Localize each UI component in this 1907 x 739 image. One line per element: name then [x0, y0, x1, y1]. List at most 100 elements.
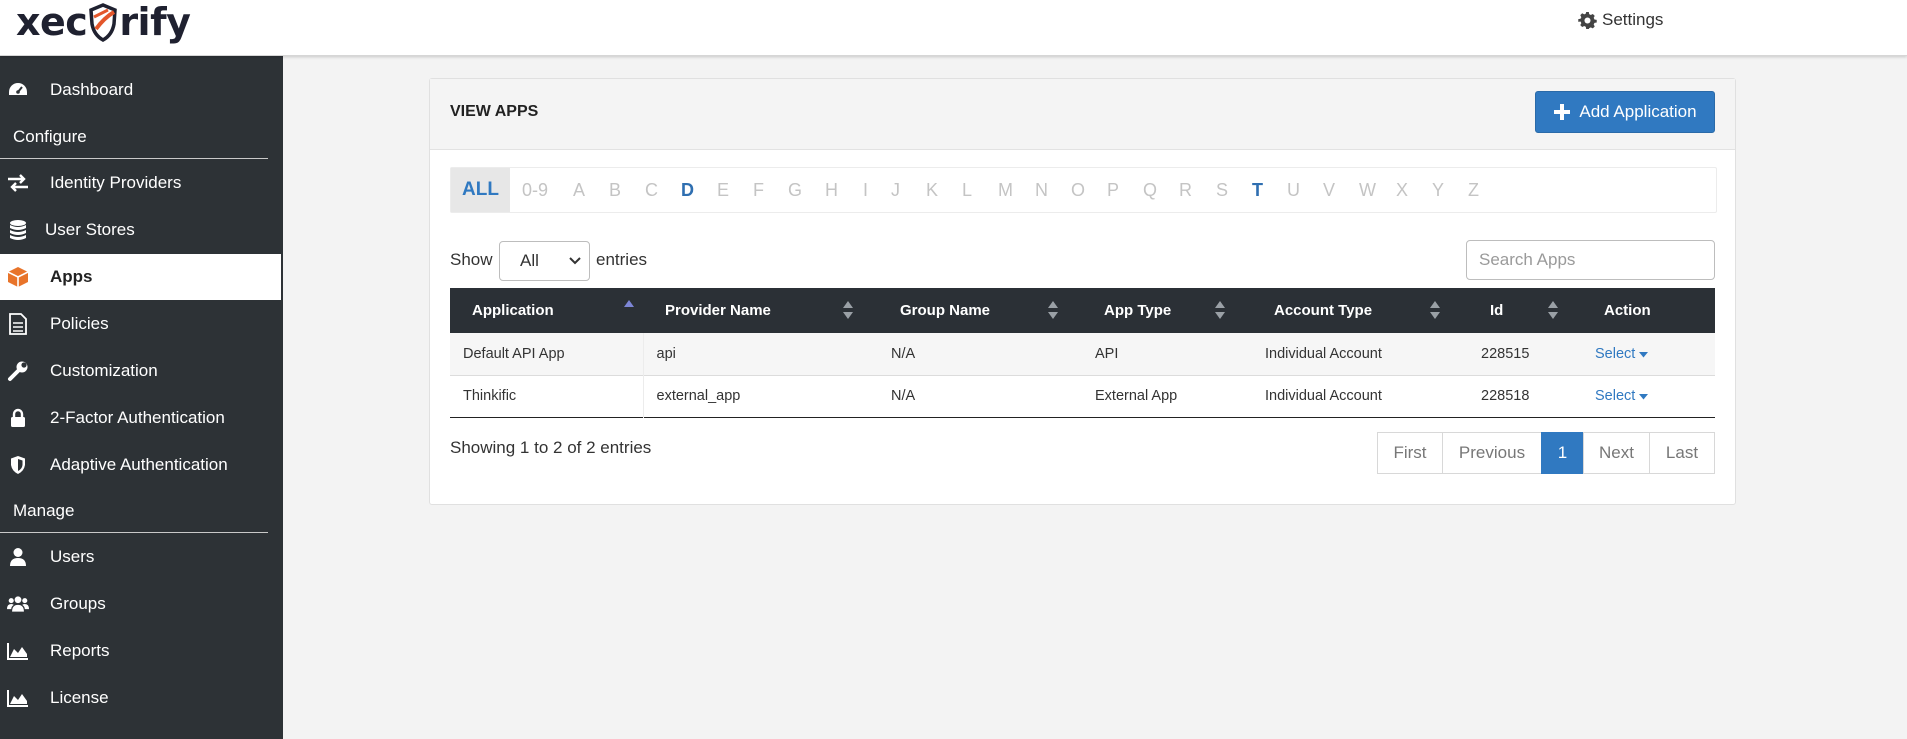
alpha-filter-letter[interactable]: D: [681, 180, 694, 201]
xecurify-logo[interactable]: xec rify: [16, 0, 191, 44]
alpha-filter-letter[interactable]: V: [1323, 180, 1335, 201]
alpha-filter-letter[interactable]: T: [1252, 180, 1263, 201]
alpha-filter-letter[interactable]: Y: [1432, 180, 1444, 201]
column-label: App Type: [1104, 302, 1172, 319]
page-1-button[interactable]: 1: [1541, 432, 1584, 474]
column-header-application[interactable]: Application: [450, 288, 643, 333]
sidebar-item-policies[interactable]: Policies: [0, 301, 283, 347]
sidebar-item-2fa[interactable]: 2-Factor Authentication: [0, 395, 283, 441]
column-label: Account Type: [1274, 302, 1373, 319]
sidebar-item-label: Adaptive Authentication: [50, 455, 228, 474]
alpha-filter-letter[interactable]: H: [825, 180, 838, 201]
sidebar-item-label: 2-Factor Authentication: [50, 408, 225, 427]
alpha-filter-letter[interactable]: A: [573, 180, 585, 201]
search-apps-input[interactable]: [1466, 240, 1715, 280]
column-label: Application: [472, 302, 554, 319]
alpha-filter-letter[interactable]: C: [645, 180, 658, 201]
sidebar-item-identity-providers[interactable]: Identity Providers: [0, 160, 283, 206]
sort-icon: [1430, 301, 1440, 319]
column-header-account-type[interactable]: Account Type: [1252, 288, 1468, 333]
section-manage: Manage: [13, 501, 75, 520]
alpha-filter-letter[interactable]: R: [1179, 180, 1192, 201]
select-action-label: Select: [1595, 388, 1636, 404]
cell-group-name: N/A: [891, 345, 916, 362]
sort-icon: [1548, 301, 1558, 319]
alpha-filter-letter[interactable]: N: [1035, 180, 1048, 201]
show-label: Show: [450, 250, 493, 269]
alpha-filter-letter[interactable]: I: [863, 180, 868, 201]
caret-down-icon: [1639, 394, 1649, 400]
settings-link[interactable]: Settings: [1578, 10, 1663, 30]
alpha-filter-letter[interactable]: 0-9: [522, 180, 548, 201]
column-header-provider-name[interactable]: Provider Name: [643, 288, 878, 333]
cell-app-type: External App: [1095, 388, 1178, 404]
sidebar-item-label: Groups: [50, 594, 106, 613]
cell-action: Select: [1582, 333, 1715, 375]
alpha-filter-letter[interactable]: M: [998, 180, 1013, 201]
logo-text-right: rify: [119, 0, 191, 44]
exchange-icon: [7, 172, 29, 194]
dashboard-icon: [7, 79, 29, 101]
sidebar-item-label: Users: [50, 547, 95, 566]
column-label: Group Name: [900, 302, 991, 319]
gear-icon: [1578, 11, 1597, 29]
showing-entries-info: Showing 1 to 2 of 2 entries: [450, 438, 652, 457]
alpha-filter-letter[interactable]: B: [609, 180, 621, 201]
cell-id: 228515: [1481, 345, 1530, 362]
page-first-button[interactable]: First: [1377, 432, 1443, 474]
cell-action: Select: [1582, 375, 1715, 417]
alpha-filter-letter[interactable]: L: [962, 180, 972, 201]
alpha-filter-letter[interactable]: J: [891, 180, 900, 201]
alpha-filter-letter[interactable]: O: [1071, 180, 1085, 201]
alpha-filter-letter[interactable]: X: [1396, 180, 1408, 201]
sidebar-item-user-stores[interactable]: User Stores: [0, 207, 283, 253]
sidebar-item-groups[interactable]: Groups: [0, 581, 283, 627]
cell-app-type: API: [1095, 345, 1119, 362]
sidebar-item-label: Dashboard: [50, 80, 134, 99]
user-icon: [7, 546, 29, 568]
alpha-filter-letter[interactable]: G: [788, 180, 802, 201]
sidebar-item-apps[interactable]: Apps: [0, 254, 281, 300]
sidebar-item-adaptive-auth[interactable]: Adaptive Authentication: [0, 442, 283, 488]
alpha-filter-letter[interactable]: W: [1359, 180, 1376, 201]
select-action-dropdown[interactable]: Select: [1595, 388, 1649, 404]
sidebar-item-label: Customization: [50, 361, 158, 380]
sidebar-item-customization[interactable]: Customization: [0, 348, 283, 394]
sidebar-item-label: Apps: [50, 267, 93, 286]
column-header-group-name[interactable]: Group Name: [878, 288, 1082, 333]
sidebar-item-reports[interactable]: Reports: [0, 628, 283, 674]
alpha-filter-letter[interactable]: E: [717, 180, 729, 201]
column-header-app-type[interactable]: App Type: [1082, 288, 1252, 333]
alpha-filter-letter[interactable]: K: [926, 180, 938, 201]
page-previous-button[interactable]: Previous: [1442, 432, 1542, 474]
alpha-filter-letter[interactable]: Z: [1468, 180, 1479, 201]
cell-account-type: Individual Account: [1265, 345, 1382, 362]
wrench-icon: [7, 360, 29, 382]
select-action-dropdown[interactable]: Select: [1595, 346, 1649, 362]
sidebar: Dashboard Configure Identity Providers U…: [0, 56, 283, 739]
alpha-filter-letter[interactable]: S: [1216, 180, 1228, 201]
page-next-button[interactable]: Next: [1583, 432, 1650, 474]
alpha-filter-letter[interactable]: Q: [1143, 180, 1157, 201]
sidebar-item-users[interactable]: Users: [0, 534, 283, 580]
sidebar-item-label: Identity Providers: [50, 173, 182, 192]
alpha-filter-letter[interactable]: F: [753, 180, 764, 201]
sidebar-item-license[interactable]: License: [0, 675, 283, 721]
database-icon: [7, 219, 29, 241]
shield-icon: [7, 454, 29, 476]
sidebar-item-dashboard[interactable]: Dashboard: [0, 67, 283, 113]
add-application-button[interactable]: Add Application: [1535, 91, 1715, 133]
alpha-filter-all[interactable]: ALL: [451, 168, 510, 212]
panel-header: VIEW APPS Add Application: [430, 79, 1735, 150]
alpha-filter-letter[interactable]: P: [1107, 180, 1119, 201]
table-row: Default API App api N/A API Individual A…: [450, 333, 1715, 375]
page-last-button[interactable]: Last: [1649, 432, 1715, 474]
alpha-filter-letter[interactable]: U: [1287, 180, 1300, 201]
cell-account-type: Individual Account: [1265, 388, 1382, 404]
cell-provider-name: api: [656, 345, 676, 362]
entries-select[interactable]: All: [499, 241, 590, 281]
logo-shield-icon: [89, 3, 118, 42]
column-header-id[interactable]: Id: [1468, 288, 1582, 333]
logo-text-left: xec: [16, 0, 88, 44]
caret-down-icon: [1639, 351, 1649, 358]
